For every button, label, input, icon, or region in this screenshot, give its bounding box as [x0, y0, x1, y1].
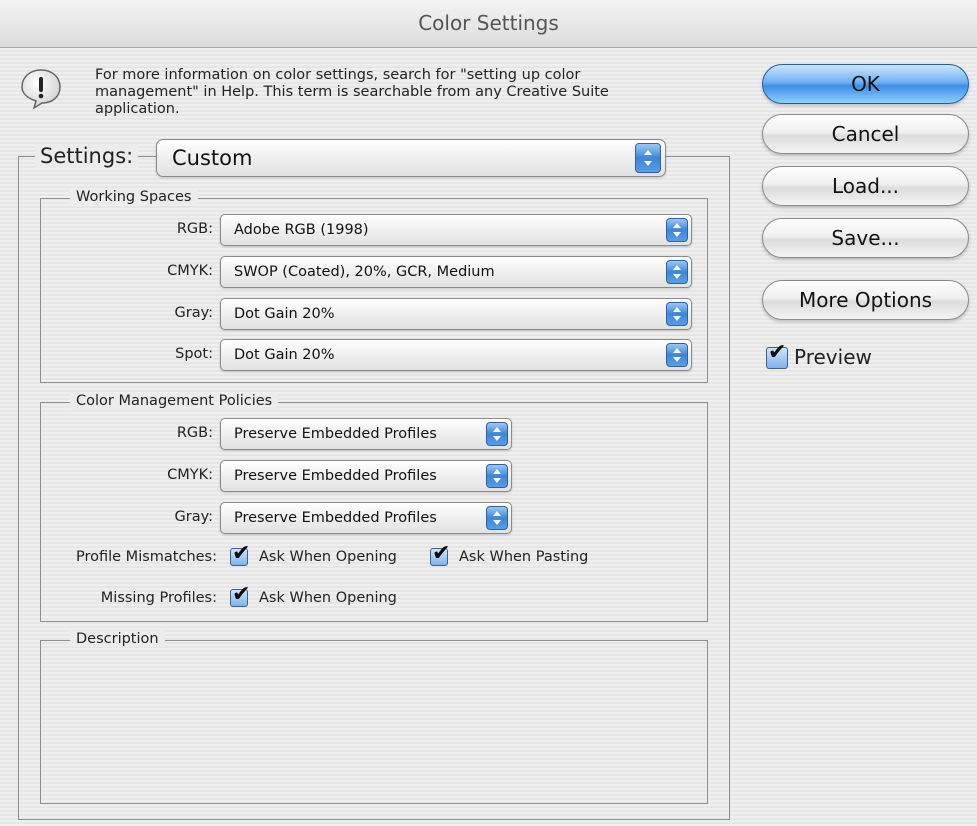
- missing-profiles-label: Missing Profiles:: [100, 590, 217, 606]
- ws-cmyk-label: CMYK:: [167, 263, 213, 279]
- mismatch-ask-pasting-label: Ask When Pasting: [459, 549, 589, 565]
- settings-label: Settings:: [35, 144, 139, 168]
- mismatch-ask-pasting-checkbox[interactable]: [430, 543, 450, 566]
- working-spaces-title: Working Spaces: [70, 189, 198, 205]
- ws-gray-value: Dot Gain 20%: [234, 306, 335, 322]
- title-bar: Color Settings: [0, 0, 977, 48]
- ws-gray-popup[interactable]: Dot Gain 20%: [220, 298, 692, 330]
- ws-rgb-popup[interactable]: Adobe RGB (1998): [220, 214, 692, 246]
- description-group: [40, 640, 708, 804]
- load-button[interactable]: Load...: [762, 166, 969, 206]
- mismatch-ask-opening-checkbox[interactable]: [230, 543, 250, 566]
- ws-gray-label: Gray:: [174, 305, 214, 321]
- mismatch-ask-opening-label: Ask When Opening: [259, 549, 397, 565]
- info-text: For more information on color settings, …: [95, 67, 609, 117]
- cmp-rgb-popup[interactable]: Preserve Embedded Profiles: [220, 418, 512, 450]
- popup-arrows-icon: [666, 302, 688, 326]
- popup-arrows-icon: [486, 464, 508, 488]
- cmp-gray-value: Preserve Embedded Profiles: [234, 510, 437, 526]
- missing-ask-opening-label: Ask When Opening: [259, 590, 397, 606]
- more-options-button[interactable]: More Options: [762, 280, 969, 320]
- cmp-cmyk-value: Preserve Embedded Profiles: [234, 468, 437, 484]
- ok-button[interactable]: OK: [762, 64, 969, 104]
- ws-spot-label: Spot:: [175, 346, 213, 362]
- cmp-cmyk-label: CMYK:: [167, 467, 213, 483]
- cmp-cmyk-popup[interactable]: Preserve Embedded Profiles: [220, 460, 512, 492]
- preview-checkbox[interactable]: [766, 342, 788, 369]
- profile-mismatches-label: Profile Mismatches:: [75, 549, 217, 565]
- ws-spot-popup[interactable]: Dot Gain 20%: [220, 339, 692, 371]
- cmp-rgb-value: Preserve Embedded Profiles: [234, 426, 437, 442]
- cmp-gray-popup[interactable]: Preserve Embedded Profiles: [220, 502, 512, 534]
- popup-arrows-icon: [635, 143, 661, 173]
- ws-spot-value: Dot Gain 20%: [234, 347, 335, 363]
- settings-value: Custom: [172, 146, 253, 170]
- save-button[interactable]: Save...: [762, 218, 969, 258]
- ws-rgb-value: Adobe RGB (1998): [234, 222, 369, 238]
- cmp-rgb-label: RGB:: [176, 425, 213, 441]
- ws-cmyk-popup[interactable]: SWOP (Coated), 20%, GCR, Medium: [220, 256, 692, 288]
- cancel-button[interactable]: Cancel: [762, 114, 969, 154]
- popup-arrows-icon: [486, 506, 508, 530]
- missing-ask-opening-checkbox[interactable]: [230, 584, 250, 607]
- popup-arrows-icon: [486, 422, 508, 446]
- description-title: Description: [70, 631, 165, 647]
- ws-cmyk-value: SWOP (Coated), 20%, GCR, Medium: [234, 264, 495, 280]
- settings-popup[interactable]: Custom: [156, 139, 666, 177]
- cmp-gray-label: Gray:: [174, 509, 214, 525]
- ws-rgb-label: RGB:: [176, 221, 213, 237]
- popup-arrows-icon: [666, 260, 688, 284]
- popup-arrows-icon: [666, 218, 688, 242]
- alert-icon: [21, 69, 61, 110]
- window-title: Color Settings: [418, 11, 559, 35]
- policies-title: Color Management Policies: [70, 393, 279, 409]
- preview-label: Preview: [794, 345, 872, 369]
- popup-arrows-icon: [666, 343, 688, 367]
